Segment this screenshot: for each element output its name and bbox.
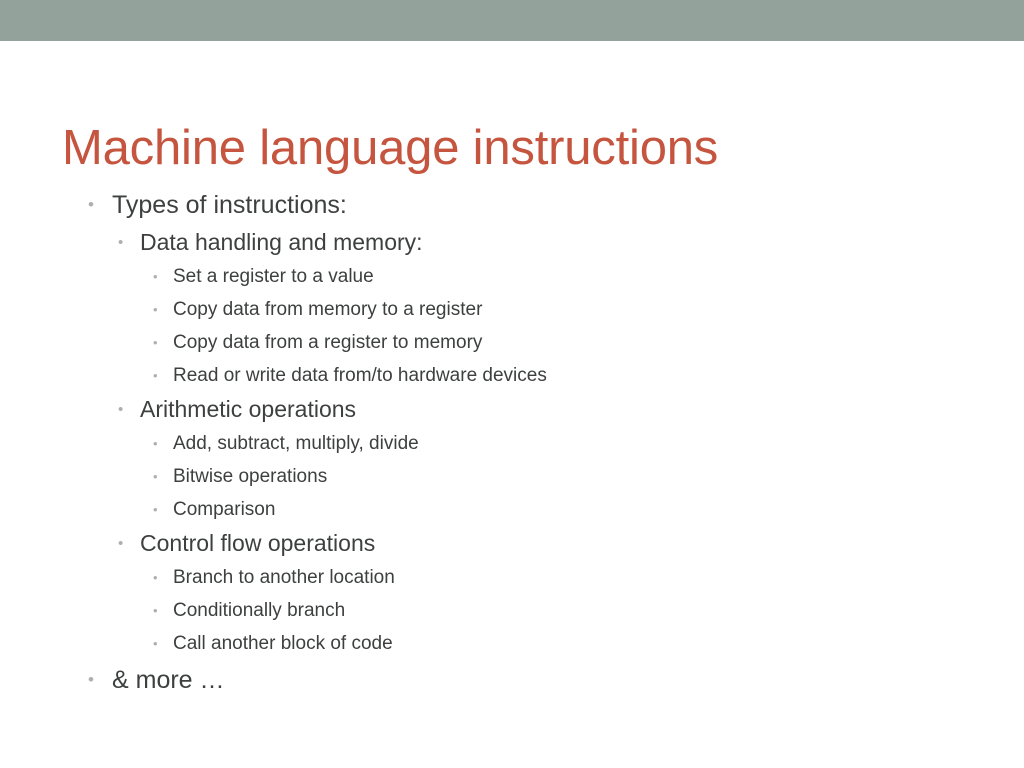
bullet-item-level-3: • Copy data from a register to memory [153,326,948,359]
bullet-point-icon: • [153,335,158,350]
bullet-item-level-3: • Copy data from memory to a register [153,293,948,326]
bullet-item-label: Control flow operations [140,530,376,556]
bullet-item-label: Conditionally branch [173,600,346,621]
bullet-point-icon: • [118,234,124,251]
bullet-item-label: Data handling and memory: [140,229,423,255]
bullet-item-label: Set a register to a value [173,266,374,287]
page-title: Machine language instructions [62,120,719,175]
bullet-point-icon: • [153,302,158,317]
bullet-item-level-2: • Control flow operations [118,526,948,561]
bullet-point-icon: • [153,502,158,517]
bullet-item-label: Read or write data from/to hardware devi… [173,365,547,386]
bullet-point-icon: • [153,570,158,585]
bullet-item-level-1: • Types of instructions: [88,185,948,225]
bullet-point-icon: • [118,535,124,552]
bullet-point-icon: • [153,269,158,284]
bullet-item-level-2: • Data handling and memory: [118,225,948,260]
bullet-item-label: Branch to another location [173,567,395,588]
bullet-item-level-3: • Call another block of code [153,627,948,660]
bullet-point-icon: • [153,436,158,451]
bullet-item-label: Arithmetic operations [140,396,357,422]
bullet-point-icon: • [88,670,94,689]
bullet-item-level-3: • Branch to another location [153,561,948,594]
bullet-point-icon: • [118,401,124,418]
bullet-item-level-3: • Set a register to a value [153,260,948,293]
slide-canvas: Machine language instructions • Types of … [0,0,1024,768]
bullet-point-icon: • [153,368,158,383]
bullet-item-label: Bitwise operations [173,466,328,487]
bullet-item-label: Copy data from memory to a register [173,299,483,320]
bullet-point-icon: • [153,603,158,618]
bullet-item-level-3: • Bitwise operations [153,460,948,493]
slide-top-band [0,0,1024,41]
bullet-point-icon: • [88,195,94,214]
bullet-item-level-3: • Add, subtract, multiply, divide [153,427,948,460]
bullet-item-label: Add, subtract, multiply, divide [173,433,419,454]
slide-body-outline: • Types of instructions: • Data handling an… [88,185,948,700]
bullet-item-label: Types of instructions: [112,191,347,219]
bullet-item-label: & more … [112,666,225,694]
bullet-point-icon: • [153,636,158,651]
bullet-item-label: Copy data from a register to memory [173,332,483,353]
bullet-item-level-1: • & more … [88,660,948,700]
bullet-item-label: Comparison [173,499,276,520]
bullet-item-level-3: • Conditionally branch [153,594,948,627]
bullet-item-level-3: • Read or write data from/to hardware dev… [153,359,948,392]
bullet-point-icon: • [153,469,158,484]
bullet-item-label: Call another block of code [173,633,393,654]
bullet-item-level-3: • Comparison [153,493,948,526]
bullet-item-level-2: • Arithmetic operations [118,392,948,427]
